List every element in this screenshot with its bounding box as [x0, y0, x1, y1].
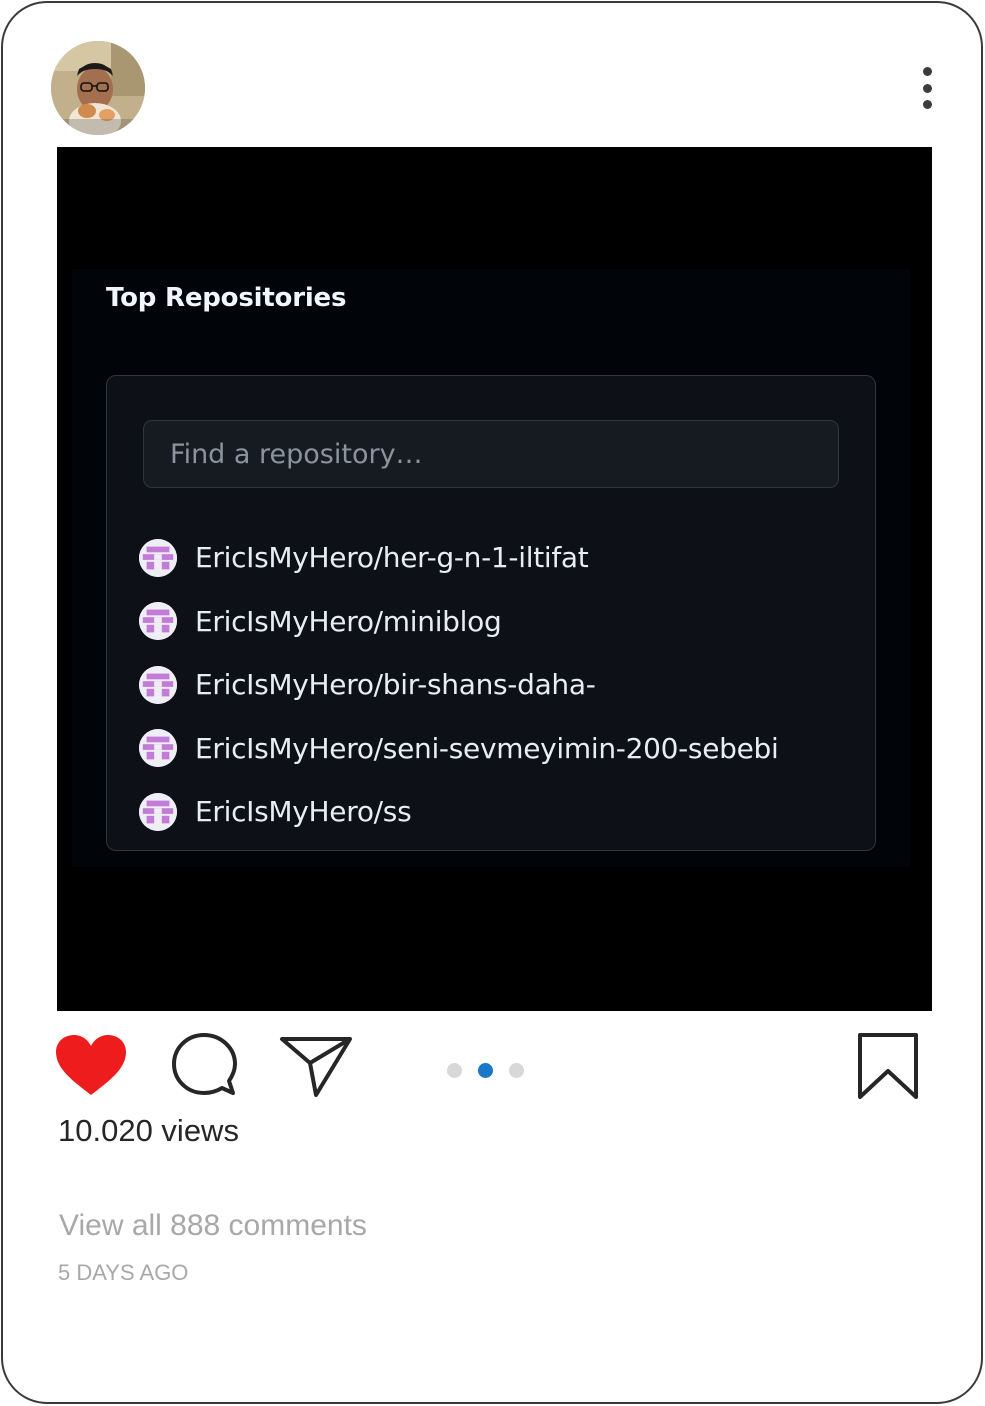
repo-name: EricIsMyHero/bir-shans-daha- [195, 668, 596, 702]
more-dot [922, 67, 932, 76]
repo-name: EricIsMyHero/ss [195, 795, 412, 829]
view-count: 10.020 views [58, 1113, 239, 1148]
more-dot [922, 83, 932, 93]
repo-item[interactable]: EricIsMyHero/bir-shans-daha- [139, 653, 779, 717]
user-avatar[interactable] [51, 41, 145, 135]
repo-item[interactable]: EricIsMyHero/her-g-n-1-iltifat [139, 526, 779, 590]
like-button[interactable] [53, 1033, 129, 1099]
share-button[interactable] [278, 1033, 354, 1099]
identicon-icon [139, 665, 177, 704]
speech-bubble-icon [172, 1033, 237, 1095]
find-repository-input[interactable] [143, 420, 839, 488]
more-dot [922, 100, 932, 109]
repository-list: EricIsMyHero/her-g-n-1-iltifat EricIsMyH… [139, 526, 779, 844]
save-button[interactable] [855, 1031, 921, 1101]
post-timestamp: 5 DAYS AGO [58, 1260, 189, 1285]
identicon-icon [139, 602, 177, 641]
profile-photo [51, 41, 145, 135]
bookmark-icon [858, 1033, 918, 1099]
repo-item[interactable]: EricIsMyHero/seni-sevmeyimin-200-sebebi [139, 717, 779, 781]
repo-name: EricIsMyHero/her-g-n-1-iltifat [195, 541, 589, 575]
more-options-button[interactable] [909, 61, 945, 115]
paper-plane-icon [280, 1037, 352, 1097]
identicon-icon [139, 538, 177, 577]
repo-name: EricIsMyHero/miniblog [195, 604, 502, 638]
carousel-indicator [447, 1063, 524, 1078]
carousel-dot-active[interactable] [478, 1063, 493, 1078]
repository-box: EricIsMyHero/her-g-n-1-iltifat EricIsMyH… [106, 375, 876, 851]
post-media[interactable]: Top Repositories EricIsMyHero/her-g-n-1-… [57, 147, 932, 1011]
section-title: Top Repositories [106, 283, 347, 313]
carousel-dot[interactable] [509, 1063, 524, 1078]
github-screenshot: Top Repositories EricIsMyHero/her-g-n-1-… [72, 269, 910, 867]
repo-item[interactable]: EricIsMyHero/ss [139, 780, 779, 844]
comment-button[interactable] [171, 1031, 237, 1097]
post-card: Top Repositories EricIsMyHero/her-g-n-1-… [1, 1, 983, 1404]
identicon-icon [139, 792, 177, 831]
identicon-icon [139, 729, 177, 768]
heart-filled-icon [56, 1035, 126, 1095]
repo-item[interactable]: EricIsMyHero/miniblog [139, 590, 779, 654]
view-comments-link[interactable]: View all 888 comments [59, 1209, 367, 1243]
repo-name: EricIsMyHero/seni-sevmeyimin-200-sebebi [195, 731, 779, 765]
carousel-dot[interactable] [447, 1063, 462, 1078]
